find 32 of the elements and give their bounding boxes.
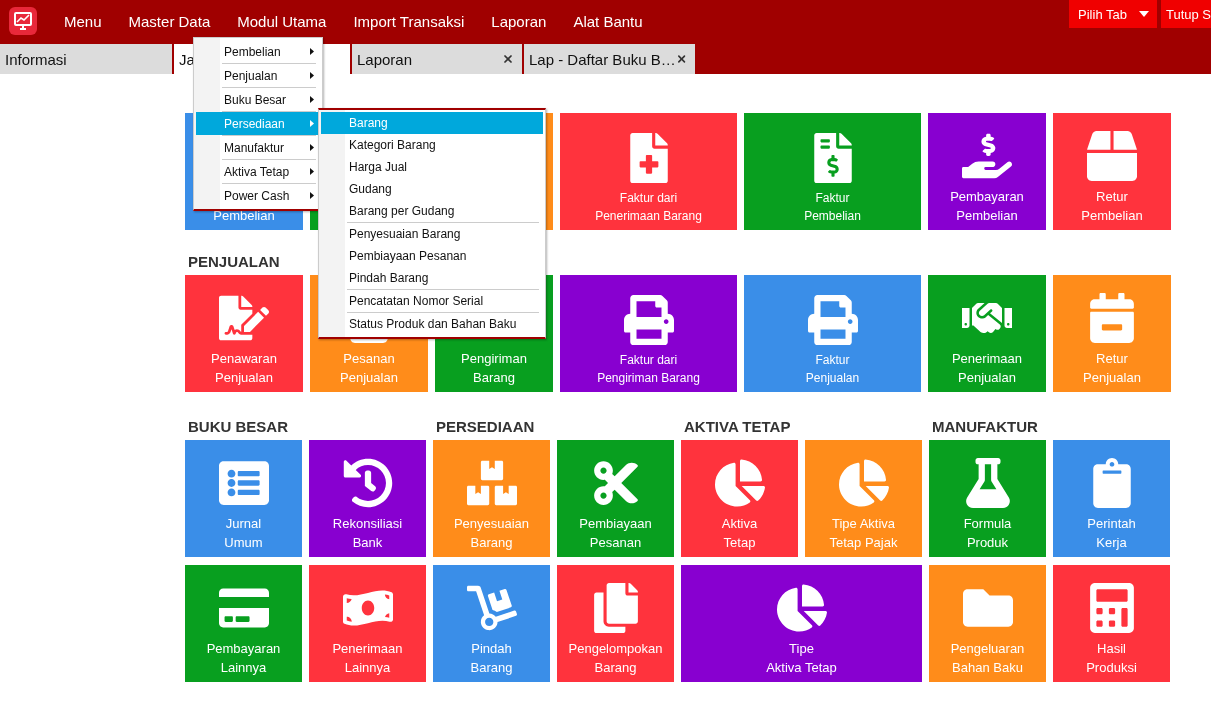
tile-label: Pindah Barang (470, 640, 513, 677)
tile-label: Penyesuaian Barang (453, 515, 530, 552)
tile-label: Faktur Pembelian (804, 190, 861, 225)
section-title: AKTIVA TETAP (684, 417, 791, 437)
tile-label: Pengeluaran Bahan Baku (950, 640, 1025, 677)
tile-label: Penerimaan Lainnya (332, 640, 403, 677)
section-title: BUKU BESAR (188, 417, 288, 437)
tile-label: Retur Pembelian (1081, 188, 1143, 225)
tile-label: Tipe Aktiva Tetap (766, 640, 837, 677)
tile-label: Aktiva Tetap (721, 515, 758, 552)
tile-label: Pengiriman Barang (461, 350, 527, 387)
tile-label: Penawaran Penjualan (211, 350, 277, 387)
tile-label: Pembayaran Pembelian (950, 188, 1024, 225)
tile-label: Penerimaan Penjualan (951, 350, 1023, 387)
tile-label: Pembiayaan Pesanan (579, 515, 652, 552)
tile-label: Formula Produk (963, 515, 1012, 552)
tile-label: Rekonsiliasi Bank (332, 515, 403, 552)
tile-label: Tipe Aktiva Tetap Pajak (829, 515, 898, 552)
tile-label: Retur Penjualan (1083, 350, 1141, 387)
section-title: PERSEDIAAN (436, 417, 535, 437)
tile-label: Faktur Penjualan (805, 352, 860, 387)
section-title: MANUFAKTUR (932, 417, 1038, 437)
tile-label: Pembayaran Lainnya (206, 640, 281, 677)
tile-label: Faktur dari Pengiriman Barang (597, 352, 700, 387)
tile-label: Pengelompokan Barang (568, 640, 663, 677)
tile-label: Pesanan Penjualan (340, 350, 398, 387)
tile-label: Pembelian (213, 207, 275, 225)
tile-label: Jurnal Umum (224, 515, 263, 552)
tile-label: Perintah Kerja (1087, 515, 1136, 552)
tile-label: Faktur dari Penerimaan Barang (595, 190, 702, 225)
tile-label: Hasil Produksi (1086, 640, 1137, 677)
section-title: PENJUALAN (188, 252, 280, 272)
